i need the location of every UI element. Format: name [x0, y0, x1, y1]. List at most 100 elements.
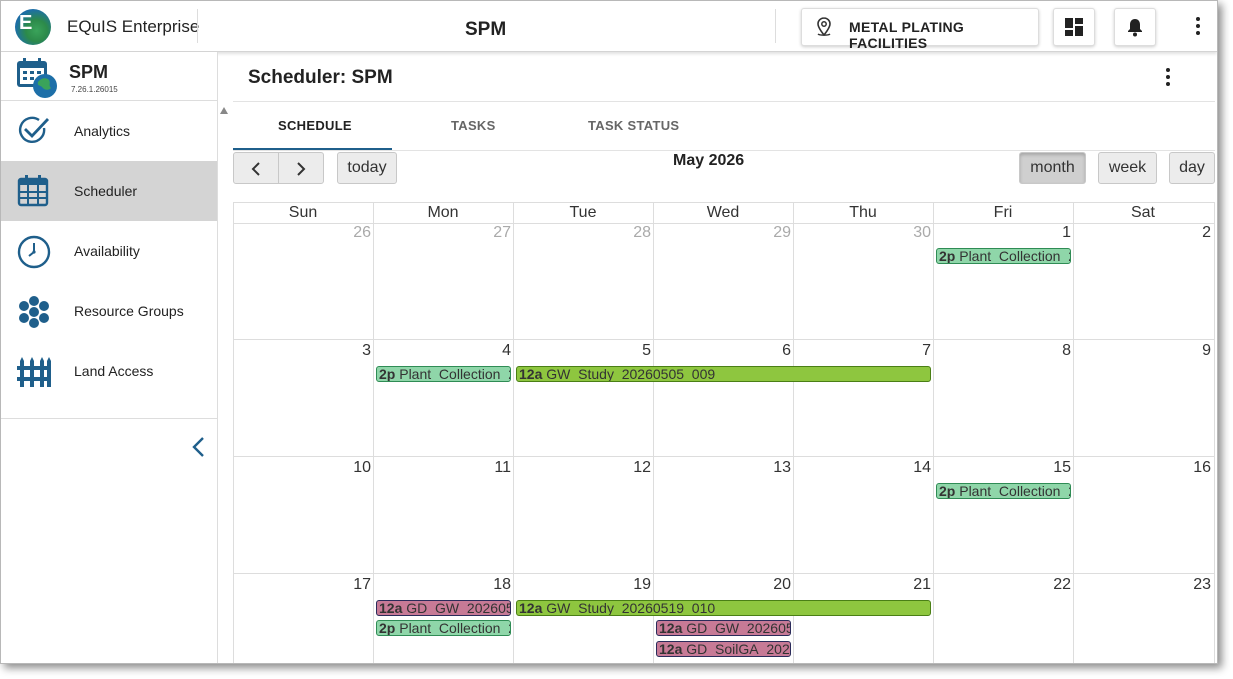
view-day-button[interactable]: day [1169, 152, 1215, 184]
next-month-button[interactable] [278, 152, 324, 184]
calendar-event[interactable]: 12a GW_Study_20260505_009 [516, 366, 931, 382]
page-menu-icon[interactable] [1160, 66, 1176, 90]
day-number[interactable]: 13 [761, 459, 791, 477]
calendar-event[interactable]: 2p Plant_Collection_2 [376, 620, 511, 636]
check-circle-icon [18, 116, 50, 144]
more-options-icon[interactable] [1190, 15, 1206, 39]
main-content: Scheduler: SPM SCHEDULE TASKS TASK STATU… [233, 52, 1217, 663]
divider [197, 9, 198, 43]
calendar-event[interactable]: 12a GD_GW_2026051 [376, 600, 511, 616]
day-number[interactable]: 28 [621, 224, 651, 242]
calendar-event[interactable]: 12a GD_SoilGA_2026 [656, 641, 791, 657]
facility-selector-button[interactable]: METAL PLATING FACILITIES [801, 8, 1039, 51]
day-number[interactable]: 16 [1181, 459, 1211, 477]
day-number[interactable]: 1 [1041, 224, 1071, 242]
chevron-left-icon [251, 162, 260, 176]
location-pin-icon [817, 17, 831, 37]
divider [233, 150, 1215, 151]
sidebar-item-land-access[interactable]: Land Access [1, 341, 217, 401]
day-number[interactable]: 27 [481, 224, 511, 242]
sidebar-item-label: Availability [74, 243, 140, 259]
header-title: SPM [465, 19, 507, 40]
month-title: May 2026 [673, 152, 745, 169]
weekday-label: Tue [569, 204, 597, 221]
divider [1, 418, 217, 419]
day-number[interactable]: 23 [1181, 576, 1211, 594]
day-number[interactable]: 12 [621, 459, 651, 477]
sidebar-item-label: Analytics [74, 123, 131, 139]
weekday-label: Sun [288, 204, 318, 221]
dashboard-icon [1065, 18, 1083, 36]
day-number[interactable]: 18 [481, 576, 511, 594]
today-button[interactable]: today [337, 152, 397, 184]
divider [233, 101, 1215, 102]
day-number[interactable]: 30 [901, 224, 931, 242]
grid-line [1214, 202, 1215, 663]
version-label: 7.26.1.26015 [71, 85, 118, 94]
grid-line [233, 339, 1215, 340]
calendar-event[interactable]: 12a GD_GW_2026052 [656, 620, 791, 636]
collapse-sidebar-icon[interactable] [191, 436, 207, 458]
day-number[interactable]: 8 [1041, 342, 1071, 360]
day-number[interactable]: 10 [341, 459, 371, 477]
calendar-event[interactable]: 2p Plant_Collection_2 [936, 248, 1071, 264]
day-number[interactable]: 14 [901, 459, 931, 477]
dashboard-button[interactable] [1053, 8, 1095, 46]
view-month-button[interactable]: month [1019, 152, 1086, 184]
clock-icon [17, 235, 51, 269]
sidebar: SPM 7.26.1.26015 Analytics Scheduler Ava… [1, 52, 218, 663]
hexagon-cluster-icon [19, 296, 49, 328]
day-number[interactable]: 9 [1181, 342, 1211, 360]
tab-schedule[interactable]: SCHEDULE [278, 118, 352, 133]
grid-line [233, 573, 1215, 574]
grid-line [793, 202, 794, 663]
day-number[interactable]: 21 [901, 576, 931, 594]
tab-tasks[interactable]: TASKS [451, 118, 496, 133]
weekday-label: Fri [993, 204, 1013, 221]
day-number[interactable]: 20 [761, 576, 791, 594]
day-number[interactable]: 2 [1181, 224, 1211, 242]
page-title: Scheduler: SPM [248, 67, 393, 88]
weekday-label: Sat [1130, 204, 1155, 221]
day-number[interactable]: 15 [1041, 459, 1071, 477]
day-number[interactable]: 5 [621, 342, 651, 360]
weekday-header: Sun Mon Tue Wed Thu Fri Sat [233, 202, 1215, 224]
weekday-label: Thu [849, 204, 877, 221]
view-week-button[interactable]: week [1098, 152, 1157, 184]
day-number[interactable]: 3 [341, 342, 371, 360]
calendar-event[interactable]: 12a GW_Study_20260519_010 [516, 600, 931, 616]
chevron-right-icon [297, 162, 306, 176]
spm-app-icon [17, 58, 57, 98]
day-number[interactable]: 22 [1041, 576, 1071, 594]
app-name: EQuIS Enterprise [67, 17, 200, 36]
day-number[interactable]: 7 [901, 342, 931, 360]
grid-line [233, 202, 234, 663]
prev-month-button[interactable] [233, 152, 279, 184]
sidebar-item-label: Resource Groups [74, 303, 184, 319]
app-window: E EQuIS Enterprise SPM METAL PLATING FAC… [0, 0, 1218, 664]
sidebar-item-label: Scheduler [74, 183, 138, 199]
scroll-up-arrow[interactable] [220, 107, 228, 114]
day-number[interactable]: 11 [481, 459, 511, 477]
calendar-event[interactable]: 2p Plant_Collection_2 [936, 483, 1071, 499]
notifications-button[interactable] [1114, 8, 1156, 46]
day-number[interactable]: 29 [761, 224, 791, 242]
sidebar-header: SPM 7.26.1.26015 [1, 52, 217, 101]
sidebar-item-scheduler[interactable]: Scheduler [1, 161, 217, 221]
sidebar-item-resource-groups[interactable]: Resource Groups [1, 281, 217, 341]
calendar-icon [17, 175, 49, 207]
day-number[interactable]: 6 [761, 342, 791, 360]
sidebar-item-availability[interactable]: Availability [1, 221, 217, 281]
day-number[interactable]: 19 [621, 576, 651, 594]
calendar-event[interactable]: 2p Plant_Collection_2 [376, 366, 511, 382]
tab-task-status[interactable]: TASK STATUS [588, 118, 679, 133]
sidebar-item-analytics[interactable]: Analytics [1, 101, 217, 161]
grid-line [1073, 202, 1074, 663]
grid-line [653, 202, 654, 663]
divider [775, 9, 776, 43]
grid-line [373, 202, 374, 663]
day-number[interactable]: 17 [341, 576, 371, 594]
equis-logo-icon[interactable]: E [15, 9, 51, 45]
day-number[interactable]: 4 [481, 342, 511, 360]
day-number[interactable]: 26 [341, 224, 371, 242]
